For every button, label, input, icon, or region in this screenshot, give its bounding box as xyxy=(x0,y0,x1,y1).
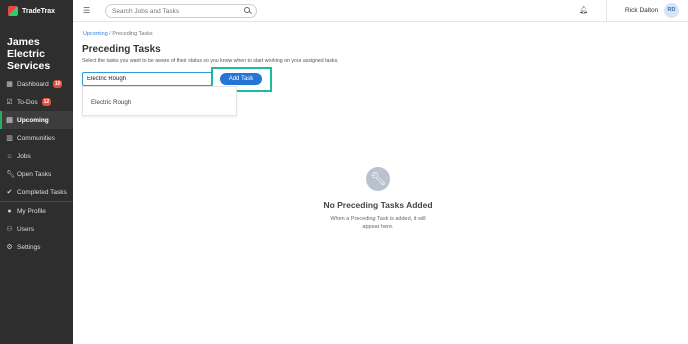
menu-icon[interactable]: ☰ xyxy=(83,6,90,15)
breadcrumb-link-upcoming[interactable]: Upcoming xyxy=(83,31,108,37)
sidebar-item-label: To-Dos xyxy=(17,98,38,106)
wrench-icon: 🔧︎ xyxy=(6,170,15,178)
topbar-divider xyxy=(606,0,607,22)
sidebar-item-todos[interactable]: ☑ To-Dos 12 xyxy=(0,93,73,111)
top-bar: ☰ 🔔︎ Rick Dalton RD xyxy=(73,0,688,22)
sidebar-item-label: Jobs xyxy=(17,152,31,160)
todo-icon: ☑ xyxy=(6,98,13,106)
sidebar-item-communities[interactable]: ▥ Communities xyxy=(0,129,73,147)
sidebar-item-label: Communities xyxy=(17,134,55,142)
sidebar-nav: ▦ Dashboard 10 ☑ To-Dos 12 ▤ Upcoming ▥ … xyxy=(0,75,73,256)
gear-icon: ⚙ xyxy=(6,243,13,251)
house-icon: ⌂ xyxy=(7,152,12,160)
sidebar-item-jobs[interactable]: ⌂ Jobs xyxy=(0,147,73,165)
sidebar-item-settings[interactable]: ⚙ Settings xyxy=(0,238,73,256)
sidebar-item-label: Upcoming xyxy=(17,116,49,124)
breadcrumb-current: Preceding Tasks xyxy=(112,31,153,37)
notification-badge: 12 xyxy=(41,98,52,106)
avatar[interactable]: RD xyxy=(664,3,679,18)
sidebar-item-label: Dashboard xyxy=(17,80,49,88)
sidebar-item-completed-tasks[interactable]: ✔ Completed Tasks xyxy=(0,183,73,201)
calendar-icon: ▤ xyxy=(6,116,13,124)
breadcrumb: Upcoming / Preceding Tasks xyxy=(83,31,153,37)
notification-badge: 10 xyxy=(52,80,63,88)
search-icon[interactable] xyxy=(244,7,250,13)
sidebar-item-open-tasks[interactable]: 🔧︎ Open Tasks xyxy=(0,165,73,183)
sidebar: TradeTrax James Electric Services ▦ Dash… xyxy=(0,0,73,344)
wrench-icon: 🔧︎ xyxy=(366,167,390,191)
task-search-input[interactable] xyxy=(82,72,212,86)
empty-state: 🔧︎ No Preceding Tasks Added When a Prece… xyxy=(303,167,453,231)
page-subtitle: Select the tasks you want to be aware of… xyxy=(82,58,339,64)
page-title: Preceding Tasks xyxy=(82,44,161,55)
main-content: Upcoming / Preceding Tasks Preceding Tas… xyxy=(73,22,688,344)
sidebar-item-my-profile[interactable]: ● My Profile xyxy=(0,202,73,220)
bell-icon[interactable]: 🔔︎ xyxy=(579,6,588,14)
sidebar-item-dashboard[interactable]: ▦ Dashboard 10 xyxy=(0,75,73,93)
sidebar-item-label: My Profile xyxy=(17,207,46,215)
search-input[interactable] xyxy=(105,4,257,18)
tradetrax-logo-icon xyxy=(8,6,18,16)
logo[interactable]: TradeTrax xyxy=(0,0,73,22)
task-suggestions-dropdown: Electric Rough xyxy=(82,86,237,116)
check-circle-icon: ✔ xyxy=(6,188,13,196)
logo-text: TradeTrax xyxy=(22,7,56,15)
building-icon: ▥ xyxy=(6,134,13,142)
user-name[interactable]: Rick Dalton xyxy=(625,7,658,14)
sidebar-item-label: Completed Tasks xyxy=(17,188,67,196)
sidebar-item-users[interactable]: ⚇ Users xyxy=(0,220,73,238)
empty-state-title: No Preceding Tasks Added xyxy=(323,200,433,210)
sidebar-item-label: Settings xyxy=(17,243,41,251)
user-circle-icon: ● xyxy=(7,207,12,215)
sidebar-item-label: Users xyxy=(17,225,34,233)
dropdown-option[interactable]: Electric Rough xyxy=(91,99,131,106)
users-icon: ⚇ xyxy=(6,225,13,233)
sidebar-item-label: Open Tasks xyxy=(17,170,52,178)
empty-state-text: When a Preceding Task is added, it will … xyxy=(330,216,426,230)
dashboard-icon: ▦ xyxy=(6,80,13,88)
sidebar-item-upcoming[interactable]: ▤ Upcoming xyxy=(0,111,73,129)
company-name: James Electric Services xyxy=(7,36,51,72)
add-task-button[interactable]: Add Task xyxy=(220,73,262,85)
